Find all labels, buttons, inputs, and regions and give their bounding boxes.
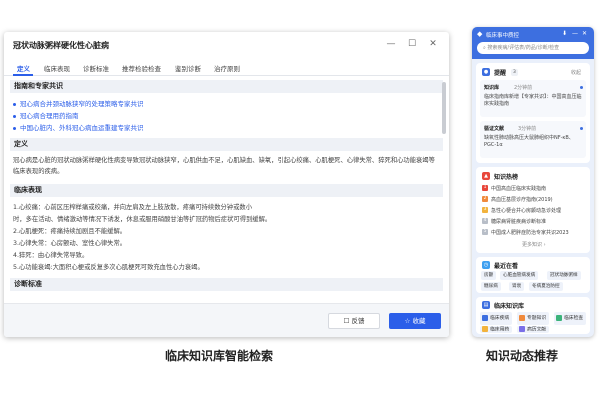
library-disease-button[interactable]: 临床疾病 (480, 312, 512, 325)
reminder-time: 3分钟前 (518, 126, 537, 132)
screenshot-canvas: 冠状动脉粥样硬化性心脏病 — ☐ ✕ 定义 临床表现 诊断标准 推荐检验检查 鉴… (0, 0, 600, 396)
bullet-icon (13, 126, 16, 130)
recent-chip[interactable]: 糖尿病 (481, 282, 501, 291)
scrollbar-thumb[interactable] (442, 82, 446, 134)
pin-icon[interactable]: ⬇ (562, 30, 567, 37)
knowledge-recommend-panel: ◆ 临床事中质控 ⬇ — ✕ ⌕ 搜索疾病/评估表/药品/诊断/检查 ● 提醒 … (472, 27, 594, 337)
reminder-card: ● 提醒 3 收起 知识库 2分钟前 临床指南库新增【专家共识】：中国高血压临床… (476, 63, 590, 163)
disease-icon (482, 314, 488, 321)
rank-badge: 3 (482, 207, 488, 213)
right-caption: 知识动态推荐 (486, 349, 559, 363)
panel-title: 临床事中质控 (486, 33, 520, 39)
tab-clinical[interactable]: 临床表现 (44, 63, 70, 73)
hot-item[interactable]: 急性心梗合并心房颤动急诊处理 (491, 207, 561, 214)
guides-heading: 指南和专家共识 (10, 80, 443, 93)
minimize-icon[interactable]: — (572, 30, 578, 37)
tab-differential[interactable]: 鉴别诊断 (175, 63, 201, 73)
recent-chip[interactable]: 心脏血管病发病 (500, 271, 539, 280)
tab-definition[interactable]: 定义 (17, 63, 30, 73)
hot-item[interactable]: 高血压基层诊疗指南(2019) (491, 196, 553, 203)
rank-badge: 4 (482, 218, 488, 224)
library-drug-button[interactable]: 临床用药 (480, 326, 512, 333)
clinical-line: 3.心律失常：心房颤动、室性心律失常。 (13, 240, 127, 247)
clock-icon: ◷ (482, 261, 490, 269)
clinical-heading: 临床表现 (10, 184, 443, 197)
scrollbar[interactable] (442, 78, 446, 302)
dialog-header: 冠状动脉粥样硬化性心脏病 — ☐ ✕ (4, 32, 449, 58)
hot-list-title: 知识热榜 (494, 174, 519, 181)
dialog-content: 指南和专家共识 冠心病合并颈动脉狭窄的处理策略专家共识 冠心病合理用药指南 中国… (4, 78, 449, 302)
chat-icon: ● (482, 68, 490, 76)
reminder-count-badge: 3 (511, 69, 518, 76)
unread-dot (580, 127, 583, 130)
definition-text: 冠心病是心脏的冠状动脉粥样硬化性病变导致冠状动脉狭窄，心肌供血不足，心肌缺血、缺… (13, 157, 435, 175)
search-input[interactable]: ⌕ 搜索疾病/评估表/药品/诊断/检查 (477, 42, 589, 54)
bullet-icon (13, 102, 16, 106)
collect-button[interactable]: ☆ 收藏 (389, 313, 441, 329)
dialog-footer: ☐ 反馈 ☆ 收藏 (4, 303, 449, 337)
collapse-link[interactable]: 收起 (571, 69, 581, 76)
bullet-icon (13, 114, 16, 118)
maximize-icon[interactable]: ☐ (405, 37, 419, 51)
reminder-tag: 循证文献 (484, 126, 505, 132)
close-icon[interactable]: ✕ (582, 30, 587, 37)
reminder-time: 2分钟前 (514, 85, 533, 91)
rank-badge: 5 (482, 229, 488, 235)
recent-chip[interactable]: 肾衰 (509, 282, 525, 291)
guide-link[interactable]: 冠心病合理用药指南 (13, 110, 79, 120)
logo-icon: ◆ (477, 30, 483, 38)
knowledge-dialog: 冠状动脉粥样硬化性心脏病 — ☐ ✕ 定义 临床表现 诊断标准 推荐检验检查 鉴… (4, 32, 449, 337)
reminder-text: 临床指南库新增【专家共识】：中国高血压临床实践指南 (484, 94, 582, 107)
left-caption: 临床知识库智能检索 (165, 349, 274, 363)
hot-list-card: ▲ 知识热榜 1 中国高血压临床实践指南 2 高血压基层诊疗指南(2019) 3… (476, 167, 590, 253)
library-literature-button[interactable]: 病历文献 (517, 326, 549, 333)
unread-dot (580, 86, 583, 89)
book-icon: ▤ (482, 301, 490, 309)
reminder-text: 缺氧性肺动脉高压大鼠肺组织中NF-κB、PGC-1α (484, 135, 574, 148)
clinical-line: 2.心肌梗死：疼痛持续加剧且不能缓解。 (13, 228, 127, 235)
recent-chip[interactable]: 冠状动脉粥样 (547, 271, 581, 280)
recent-chip[interactable]: 冬病夏治防控 (529, 282, 563, 291)
close-icon[interactable]: ✕ (426, 37, 440, 51)
diagnosis-heading: 诊断标准 (10, 278, 443, 291)
tab-treatment[interactable]: 治疗原则 (214, 63, 240, 73)
hot-item[interactable]: 糖尿病肾脏疾病诊断标准 (491, 218, 546, 225)
panel-header: ◆ 临床事中质控 ⬇ — ✕ ⌕ 搜索疾病/评估表/药品/诊断/检查 (472, 27, 594, 59)
library-topic-button[interactable]: 专题知识 (517, 312, 549, 325)
definition-heading: 定义 (10, 138, 443, 151)
recent-title: 最近在看 (494, 263, 519, 270)
tab-diagnosis[interactable]: 诊断标准 (83, 63, 109, 73)
dialog-title: 冠状动脉粥样硬化性心脏病 (13, 41, 109, 50)
clinical-line: 1.心绞痛：心前区压榨样痛或绞痛，并向左肩及左上肢放散，疼痛可持续数分钟或数小 (13, 204, 252, 211)
rank-badge: 1 (482, 185, 488, 191)
fire-icon: ▲ (482, 172, 490, 180)
hot-item[interactable]: 中国高血压临床实践指南 (491, 185, 546, 192)
guide-link[interactable]: 冠心病合并颈动脉狭窄的处理策略专家共识 (13, 98, 144, 108)
drug-icon (482, 326, 488, 332)
tab-bar: 定义 临床表现 诊断标准 推荐检验检查 鉴别诊断 治疗原则 (4, 60, 449, 76)
hot-item[interactable]: 中国成人肥胖症防治专家共识2023 (491, 229, 569, 236)
tab-recommended-tests[interactable]: 推荐检验检查 (122, 63, 161, 73)
topic-icon (519, 314, 525, 321)
reminder-item[interactable]: 知识库 2分钟前 临床指南库新增【专家共识】：中国高血压临床实践指南 (480, 80, 586, 117)
guide-link[interactable]: 中国心脏内、外科冠心病血运重建专家共识 (13, 122, 144, 132)
feedback-button[interactable]: ☐ 反馈 (328, 313, 380, 329)
more-knowledge-link[interactable]: 更多知识 › (522, 241, 546, 248)
minimize-icon[interactable]: — (384, 37, 398, 51)
clinical-line: 4.猝死：由心律失常导致。 (13, 252, 89, 259)
recent-card: ◷ 最近在看 房颤 心脏血管病发病 冠状动脉粥样 糖尿病 肾衰 冬病夏治防控 (476, 257, 590, 293)
exam-icon (556, 314, 562, 321)
clinical-line: 时，多在活动、情绪激动等情况下诱发，休息或服用硝酸甘油等扩冠药物后症状可得到缓解… (13, 216, 272, 223)
clinical-line: 5.心功能衰竭:大面积心梗或反复多次心肌梗死可致充血性心力衰竭。 (13, 264, 204, 271)
rank-badge: 2 (482, 196, 488, 202)
library-card: ▤ 临床知识库 临床疾病 专题知识 临床检查 临床用药 病历文献 (476, 297, 590, 334)
reminder-tag: 知识库 (484, 85, 500, 91)
library-title: 临床知识库 (494, 303, 525, 310)
library-exam-button[interactable]: 临床检查 (554, 312, 586, 325)
recent-chip[interactable]: 房颤 (481, 271, 497, 280)
literature-icon (519, 326, 525, 332)
reminder-item[interactable]: 循证文献 3分钟前 缺氧性肺动脉高压大鼠肺组织中NF-κB、PGC-1α (480, 121, 586, 158)
active-tab-indicator (13, 74, 33, 76)
reminder-title: 提醒 (494, 70, 507, 77)
